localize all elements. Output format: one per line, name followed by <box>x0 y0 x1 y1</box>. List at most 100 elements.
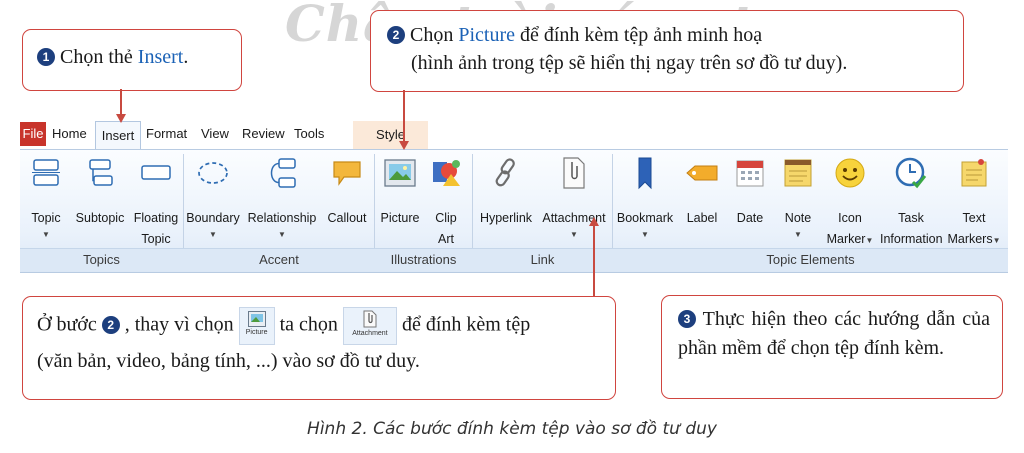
chevron-down-icon: ▼ <box>641 230 649 239</box>
boundary-label: Boundary <box>186 211 240 225</box>
note-text: ta chọn <box>279 313 338 336</box>
highlight-picture: Picture <box>458 24 515 46</box>
step-number-badge: 1 <box>37 48 55 66</box>
callout-text-line2: (hình ảnh trong tệp sẽ hiển thị ngay trê… <box>411 52 848 74</box>
group-accent: Accent <box>259 252 299 267</box>
connector-line <box>593 225 595 296</box>
label-icon <box>686 165 718 181</box>
picture-icon <box>384 159 416 187</box>
clip-art-icon <box>433 160 460 186</box>
step-number-badge: 3 <box>678 310 696 328</box>
subtopic-label: Subtopic <box>75 211 125 225</box>
topic-icon <box>32 159 60 186</box>
relationship-button[interactable]: Relationship ▼ <box>244 156 320 240</box>
floating-topic-button[interactable]: Floating Topic <box>130 156 182 250</box>
picture-icon: Picture <box>238 307 275 345</box>
boundary-button[interactable]: Boundary ▼ <box>184 156 242 240</box>
attachment-icon: Attachment <box>342 307 397 345</box>
clip-art-label: Clip Art <box>435 211 457 246</box>
text-markers-label: Text Markers▼ <box>947 211 1001 246</box>
tab-home[interactable]: Home <box>52 126 87 141</box>
arrow-head <box>399 141 409 150</box>
chevron-down-icon: ▼ <box>794 230 802 239</box>
arrow-head <box>589 217 599 226</box>
date-button[interactable]: Date <box>728 156 772 229</box>
relationship-label: Relationship <box>247 211 317 225</box>
note-button[interactable]: Note ▼ <box>776 156 820 240</box>
note-text-line2: (văn bản, video, bảng tính, ...) vào sơ … <box>37 350 420 372</box>
tab-file[interactable]: File <box>20 122 46 146</box>
boundary-icon <box>198 162 228 184</box>
chevron-down-icon: ▼ <box>209 230 217 239</box>
arrow-head <box>116 114 126 123</box>
subtopic-icon <box>89 159 113 186</box>
ribbon-group-labels: Topics Accent Illustrations Link Topic E… <box>20 248 1008 271</box>
task-information-button[interactable]: Task Information <box>880 156 943 250</box>
text-markers-button[interactable]: Text Markers▼ <box>946 156 1002 251</box>
callout-text: Chọn thẻ <box>60 46 138 68</box>
ribbon-panel: Topic ▼ Subtopic Floating Topic Boundary … <box>20 149 1008 273</box>
floating-topic-label: Floating Topic <box>133 211 179 246</box>
note-text: để đính kèm tệp <box>401 313 531 336</box>
chevron-down-icon: ▼ <box>865 236 874 245</box>
ribbon-tab-bar: File Home Insert Format View Review Tool… <box>20 119 1008 150</box>
tab-format[interactable]: Format <box>146 126 187 141</box>
connector-line <box>120 89 122 115</box>
attachment-label: Attachment <box>542 211 606 225</box>
relationship-icon <box>270 158 296 188</box>
clip-art-button[interactable]: Clip Art <box>426 156 466 250</box>
hyperlink-button[interactable]: Hyperlink <box>474 156 538 229</box>
callout-text: 3 Thực hiện theo các hướng dẫn của phần … <box>678 308 990 359</box>
step-number-badge: 2 <box>387 26 405 44</box>
callout-text: Chọn <box>410 24 459 46</box>
callout-step-3: 3 Thực hiện theo các hướng dẫn của phần … <box>661 295 1003 399</box>
bookmark-label: Bookmark <box>616 211 674 225</box>
note-text: Ở bước <box>37 313 97 336</box>
topic-label: Topic <box>31 211 61 225</box>
group-link: Link <box>530 252 555 267</box>
callout-label: Callout <box>327 211 367 225</box>
attachment-button[interactable]: Attachment ▼ <box>538 156 610 240</box>
tab-style[interactable]: Style <box>353 121 428 149</box>
group-topics: Topics <box>83 252 120 267</box>
chevron-down-icon: ▼ <box>278 230 286 239</box>
ribbon: File Home Insert Format View Review Tool… <box>20 119 1008 273</box>
callout-button[interactable]: Callout <box>322 156 372 229</box>
callout-text: để đính kèm tệp ảnh minh hoạ <box>515 24 763 46</box>
icon-marker-button[interactable]: Icon Marker▼ <box>824 156 876 251</box>
note-label: Note <box>784 211 812 225</box>
group-topic-elements: Topic Elements <box>766 252 855 267</box>
tab-view[interactable]: View <box>201 126 229 141</box>
callout-note: Ở bước 2 , thay vì chọn Picture ta chọn … <box>22 296 616 400</box>
figure-caption: Hình 2. Các bước đính kèm tệp vào sơ đồ … <box>307 419 717 439</box>
tab-review[interactable]: Review <box>242 126 285 141</box>
tab-insert[interactable]: Insert <box>95 121 141 150</box>
callout-text-end: . <box>183 46 189 68</box>
calendar-icon <box>736 160 764 187</box>
callout-step-2: 2 Chọn Picture để đính kèm tệp ảnh minh … <box>370 10 964 92</box>
chevron-down-icon: ▼ <box>42 230 50 239</box>
sticky-note-icon <box>961 159 987 187</box>
bookmark-button[interactable]: Bookmark ▼ <box>614 156 676 240</box>
note-text: , thay vì chọn <box>124 313 234 336</box>
chevron-down-icon: ▼ <box>992 236 1001 245</box>
link-icon <box>495 158 515 187</box>
connector-line <box>403 90 405 142</box>
callout-step-1: 1 Chọn thẻ Insert. <box>22 29 242 91</box>
icon-marker-label: Icon Marker▼ <box>826 211 874 246</box>
attachment-icon <box>563 157 585 189</box>
bookmark-icon <box>638 157 652 190</box>
chevron-down-icon: ▼ <box>570 230 578 239</box>
highlight-insert: Insert <box>137 46 184 68</box>
floating-topic-icon <box>141 165 171 180</box>
subtopic-button[interactable]: Subtopic <box>72 156 128 229</box>
group-illustrations: Illustrations <box>390 252 457 267</box>
label-button[interactable]: Label <box>680 156 724 229</box>
picture-label: Picture <box>380 211 420 225</box>
note-icon <box>784 159 812 187</box>
hyperlink-label: Hyperlink <box>479 211 533 225</box>
label-label: Label <box>686 211 718 225</box>
topic-button[interactable]: Topic ▼ <box>26 156 66 240</box>
picture-button[interactable]: Picture <box>376 156 424 229</box>
tab-tools[interactable]: Tools <box>294 126 324 141</box>
